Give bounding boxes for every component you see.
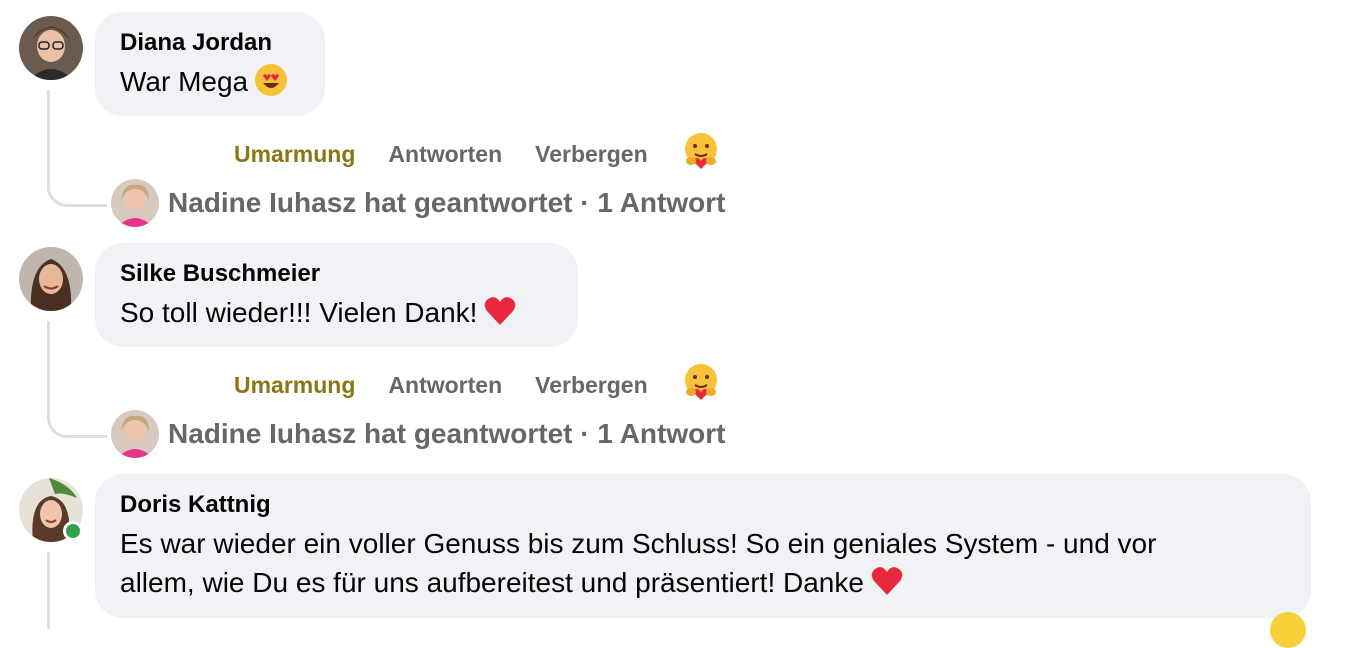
comment-thread: Diana Jordan War Mega Umarmung Antworten… xyxy=(0,0,1352,648)
comment-author[interactable]: Diana Jordan xyxy=(120,28,300,58)
avatar-nadine-iuhasz[interactable] xyxy=(111,410,159,458)
avatar-diana-jordan[interactable] xyxy=(19,16,83,80)
comment-text: Es war wieder ein voller Genuss bis zum … xyxy=(120,524,1286,608)
thread-connector xyxy=(47,90,107,207)
view-replies-link[interactable]: Nadine Iuhasz hat geantwortet · 1 Antwor… xyxy=(168,418,725,450)
reaction-icon xyxy=(1270,612,1306,648)
online-status-dot xyxy=(63,521,83,541)
comment-bubble: Silke Buschmeier So toll wieder!!! Viele… xyxy=(95,243,578,347)
comment-bubble: Doris Kattnig Es war wieder ein voller G… xyxy=(95,474,1311,618)
heart-eyes-icon xyxy=(254,63,288,107)
comment-text-line-2: allem, wie Du es für uns aufbereitest un… xyxy=(120,563,1286,608)
reaction-button[interactable]: Umarmung xyxy=(234,372,355,399)
comment-actions: Umarmung Antworten Verbergen xyxy=(234,362,721,408)
comment-author[interactable]: Silke Buschmeier xyxy=(120,259,553,289)
view-replies-link[interactable]: Nadine Iuhasz hat geantwortet · 1 Antwor… xyxy=(168,187,725,219)
reaction-button[interactable]: Umarmung xyxy=(234,141,355,168)
reply-button[interactable]: Antworten xyxy=(388,141,502,168)
comment-author[interactable]: Doris Kattnig xyxy=(120,490,1286,520)
comment-text-content: allem, wie Du es für uns aufbereitest un… xyxy=(120,567,864,598)
avatar-silke-buschmeier[interactable] xyxy=(19,247,83,311)
comment-text-content: So toll wieder!!! Vielen Dank! xyxy=(120,297,478,328)
red-heart-icon xyxy=(483,294,517,338)
comment-text: War Mega xyxy=(120,62,300,107)
comment-text-line: Es war wieder ein voller Genuss bis zum … xyxy=(120,528,1157,559)
comment-text-content: War Mega xyxy=(120,66,249,97)
red-heart-icon xyxy=(870,564,904,608)
hug-emoji-icon[interactable] xyxy=(681,362,721,408)
hide-button[interactable]: Verbergen xyxy=(535,372,648,399)
avatar-nadine-iuhasz[interactable] xyxy=(111,179,159,227)
comment-actions: Umarmung Antworten Verbergen xyxy=(234,131,721,177)
comment-bubble: Diana Jordan War Mega xyxy=(95,12,325,116)
hug-emoji-icon[interactable] xyxy=(681,131,721,177)
thread-connector xyxy=(47,552,50,629)
comment-text: So toll wieder!!! Vielen Dank! xyxy=(120,293,553,338)
reply-button[interactable]: Antworten xyxy=(388,372,502,399)
hide-button[interactable]: Verbergen xyxy=(535,141,648,168)
thread-connector xyxy=(47,321,107,438)
avatar-image xyxy=(19,16,83,80)
